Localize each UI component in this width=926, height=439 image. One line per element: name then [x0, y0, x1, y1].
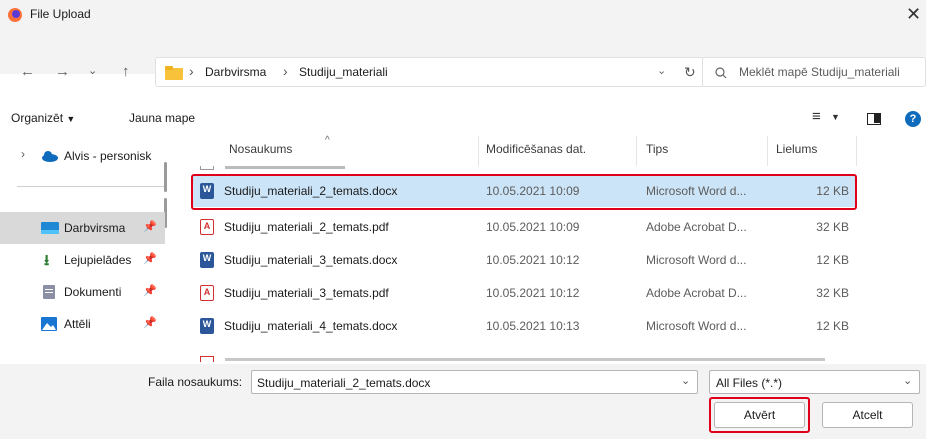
filter-dropdown-chevron-icon[interactable]: ⌄	[903, 374, 912, 387]
file-type: Microsoft Word d...	[646, 319, 747, 333]
organize-button[interactable]: Organizēt ▼	[11, 111, 75, 125]
up-arrow-icon[interactable]: ↑	[122, 64, 130, 80]
filename-label: Faila nosaukums:	[148, 375, 243, 389]
partial-pdf-icon	[200, 356, 214, 362]
file-modified: 10.05.2021 10:12	[486, 286, 580, 300]
word-document-icon: W	[200, 318, 214, 334]
file-name: Studiju_materiali_4_temats.docx	[224, 319, 398, 333]
pin-icon[interactable]: 📌	[143, 220, 157, 233]
filename-input[interactable]: Studiju_materiali_2_temats.docx ⌄	[251, 370, 698, 394]
file-size: 12 KB	[816, 253, 849, 267]
filename-value: Studiju_materiali_2_temats.docx	[257, 376, 431, 390]
file-type: Microsoft Word d...	[646, 253, 747, 267]
selected-row-highlight	[191, 174, 857, 210]
file-row[interactable]: W Studiju_materiali_3_temats.docx 10.05.…	[193, 245, 855, 276]
back-arrow-icon[interactable]: ←	[20, 64, 35, 80]
search-placeholder: Meklēt mapē Studiju_materiali	[739, 65, 900, 79]
column-divider[interactable]	[767, 136, 768, 166]
close-icon[interactable]: ✕	[906, 4, 921, 24]
pin-icon[interactable]: 📌	[143, 252, 157, 265]
file-row[interactable]: A Studiju_materiali_2_temats.pdf 10.05.2…	[193, 212, 855, 243]
title-bar	[0, 0, 926, 30]
nav-item-label: Darbvirsma	[64, 221, 126, 235]
nav-item-label: Alvis - personisk	[64, 149, 152, 163]
refresh-icon[interactable]: ↻	[684, 64, 696, 81]
file-type: Adobe Acrobat D...	[646, 220, 747, 234]
nav-item-label: Lejupielādes	[64, 253, 132, 267]
partial-file-icon	[200, 166, 214, 170]
column-divider[interactable]	[636, 136, 637, 166]
file-size: 12 KB	[816, 319, 849, 333]
column-header-modified[interactable]: Modificēšanas dat.	[486, 142, 586, 156]
column-header-name[interactable]: Nosaukums	[229, 142, 292, 156]
breadcrumb-studiju-materiali[interactable]: Studiju_materiali	[299, 65, 388, 79]
nav-item-onedrive[interactable]: › Alvis - personisk	[0, 137, 170, 173]
file-modified: 10.05.2021 10:12	[486, 253, 580, 267]
file-name: Studiju_materiali_3_temats.docx	[224, 253, 398, 267]
nav-item-label: Attēli	[64, 317, 91, 331]
nav-item-darbvirsma[interactable]: Darbvirsma 📌	[0, 212, 165, 244]
file-name: Studiju_materiali_2_temats.pdf	[224, 220, 389, 234]
file-row[interactable]: A Studiju_materiali_3_temats.pdf 10.05.2…	[193, 278, 855, 309]
pin-icon[interactable]: 📌	[143, 316, 157, 329]
window-title: File Upload	[30, 7, 91, 21]
preview-pane-icon[interactable]	[867, 113, 881, 125]
expand-chevron-icon[interactable]: ›	[21, 147, 25, 161]
file-modified: 10.05.2021 10:13	[486, 319, 580, 333]
new-folder-button[interactable]: Jauna mape	[129, 111, 195, 125]
breadcrumb-darbvirsma[interactable]: Darbvirsma	[205, 65, 266, 79]
column-divider[interactable]	[478, 136, 479, 166]
forward-arrow-icon[interactable]: →	[55, 64, 70, 80]
desktop-icon	[41, 222, 59, 234]
cloud-icon	[42, 151, 58, 162]
nav-item-label: Dokumenti	[64, 285, 122, 299]
cancel-button[interactable]: Atcelt	[822, 402, 913, 428]
recent-locations-chevron-icon[interactable]: ⌄	[88, 63, 97, 79]
view-options-icon[interactable]: ≡	[812, 108, 821, 125]
file-name: Studiju_materiali_3_temats.pdf	[224, 286, 389, 300]
pdf-icon: A	[200, 219, 214, 235]
organize-label: Organizēt	[11, 111, 64, 125]
address-bar[interactable]: › Darbvirsma › Studiju_materiali ⌄ ↻	[155, 57, 705, 87]
filename-dropdown-chevron-icon[interactable]: ⌄	[681, 374, 690, 387]
nav-item-lejupielades[interactable]: ⭳ Lejupielādes 📌	[0, 244, 165, 276]
pdf-icon: A	[200, 285, 214, 301]
pin-icon[interactable]: 📌	[143, 284, 157, 297]
download-icon: ⭳	[44, 252, 50, 269]
partial-row-text	[225, 358, 825, 361]
caret-down-icon: ▼	[66, 114, 76, 124]
sort-ascending-icon: ^	[325, 135, 330, 146]
column-header-type[interactable]: Tips	[646, 142, 668, 156]
search-box[interactable]: Meklēt mapē Studiju_materiali	[702, 57, 926, 87]
folder-icon	[165, 66, 183, 80]
file-modified: 10.05.2021 10:09	[486, 220, 580, 234]
column-header-size[interactable]: Lielums	[776, 142, 817, 156]
nav-item-dokumenti[interactable]: Dokumenti 📌	[0, 276, 165, 308]
help-icon[interactable]: ?	[905, 111, 921, 127]
nav-item-atteli[interactable]: Attēli 📌	[0, 308, 165, 340]
document-icon	[43, 285, 55, 299]
file-size: 32 KB	[816, 220, 849, 234]
view-caret-icon[interactable]: ▼	[831, 112, 840, 122]
file-type-filter[interactable]: All Files (*.*) ⌄	[709, 370, 920, 394]
nav-divider	[17, 186, 167, 187]
breadcrumb-separator-icon: ›	[189, 63, 194, 79]
file-size: 32 KB	[816, 286, 849, 300]
address-dropdown-chevron-icon[interactable]: ⌄	[657, 64, 666, 77]
filter-value: All Files (*.*)	[716, 376, 783, 390]
breadcrumb-separator-icon: ›	[283, 63, 288, 79]
word-document-icon: W	[200, 252, 214, 268]
partial-row-text	[225, 166, 345, 169]
pictures-icon	[41, 317, 57, 331]
file-type: Adobe Acrobat D...	[646, 286, 747, 300]
file-row[interactable]: W Studiju_materiali_4_temats.docx 10.05.…	[193, 311, 855, 342]
column-divider[interactable]	[856, 136, 857, 166]
nav-scrollbar-thumb[interactable]	[164, 162, 167, 192]
firefox-icon	[8, 8, 22, 22]
search-icon	[715, 67, 727, 79]
open-button-highlight	[709, 397, 810, 433]
